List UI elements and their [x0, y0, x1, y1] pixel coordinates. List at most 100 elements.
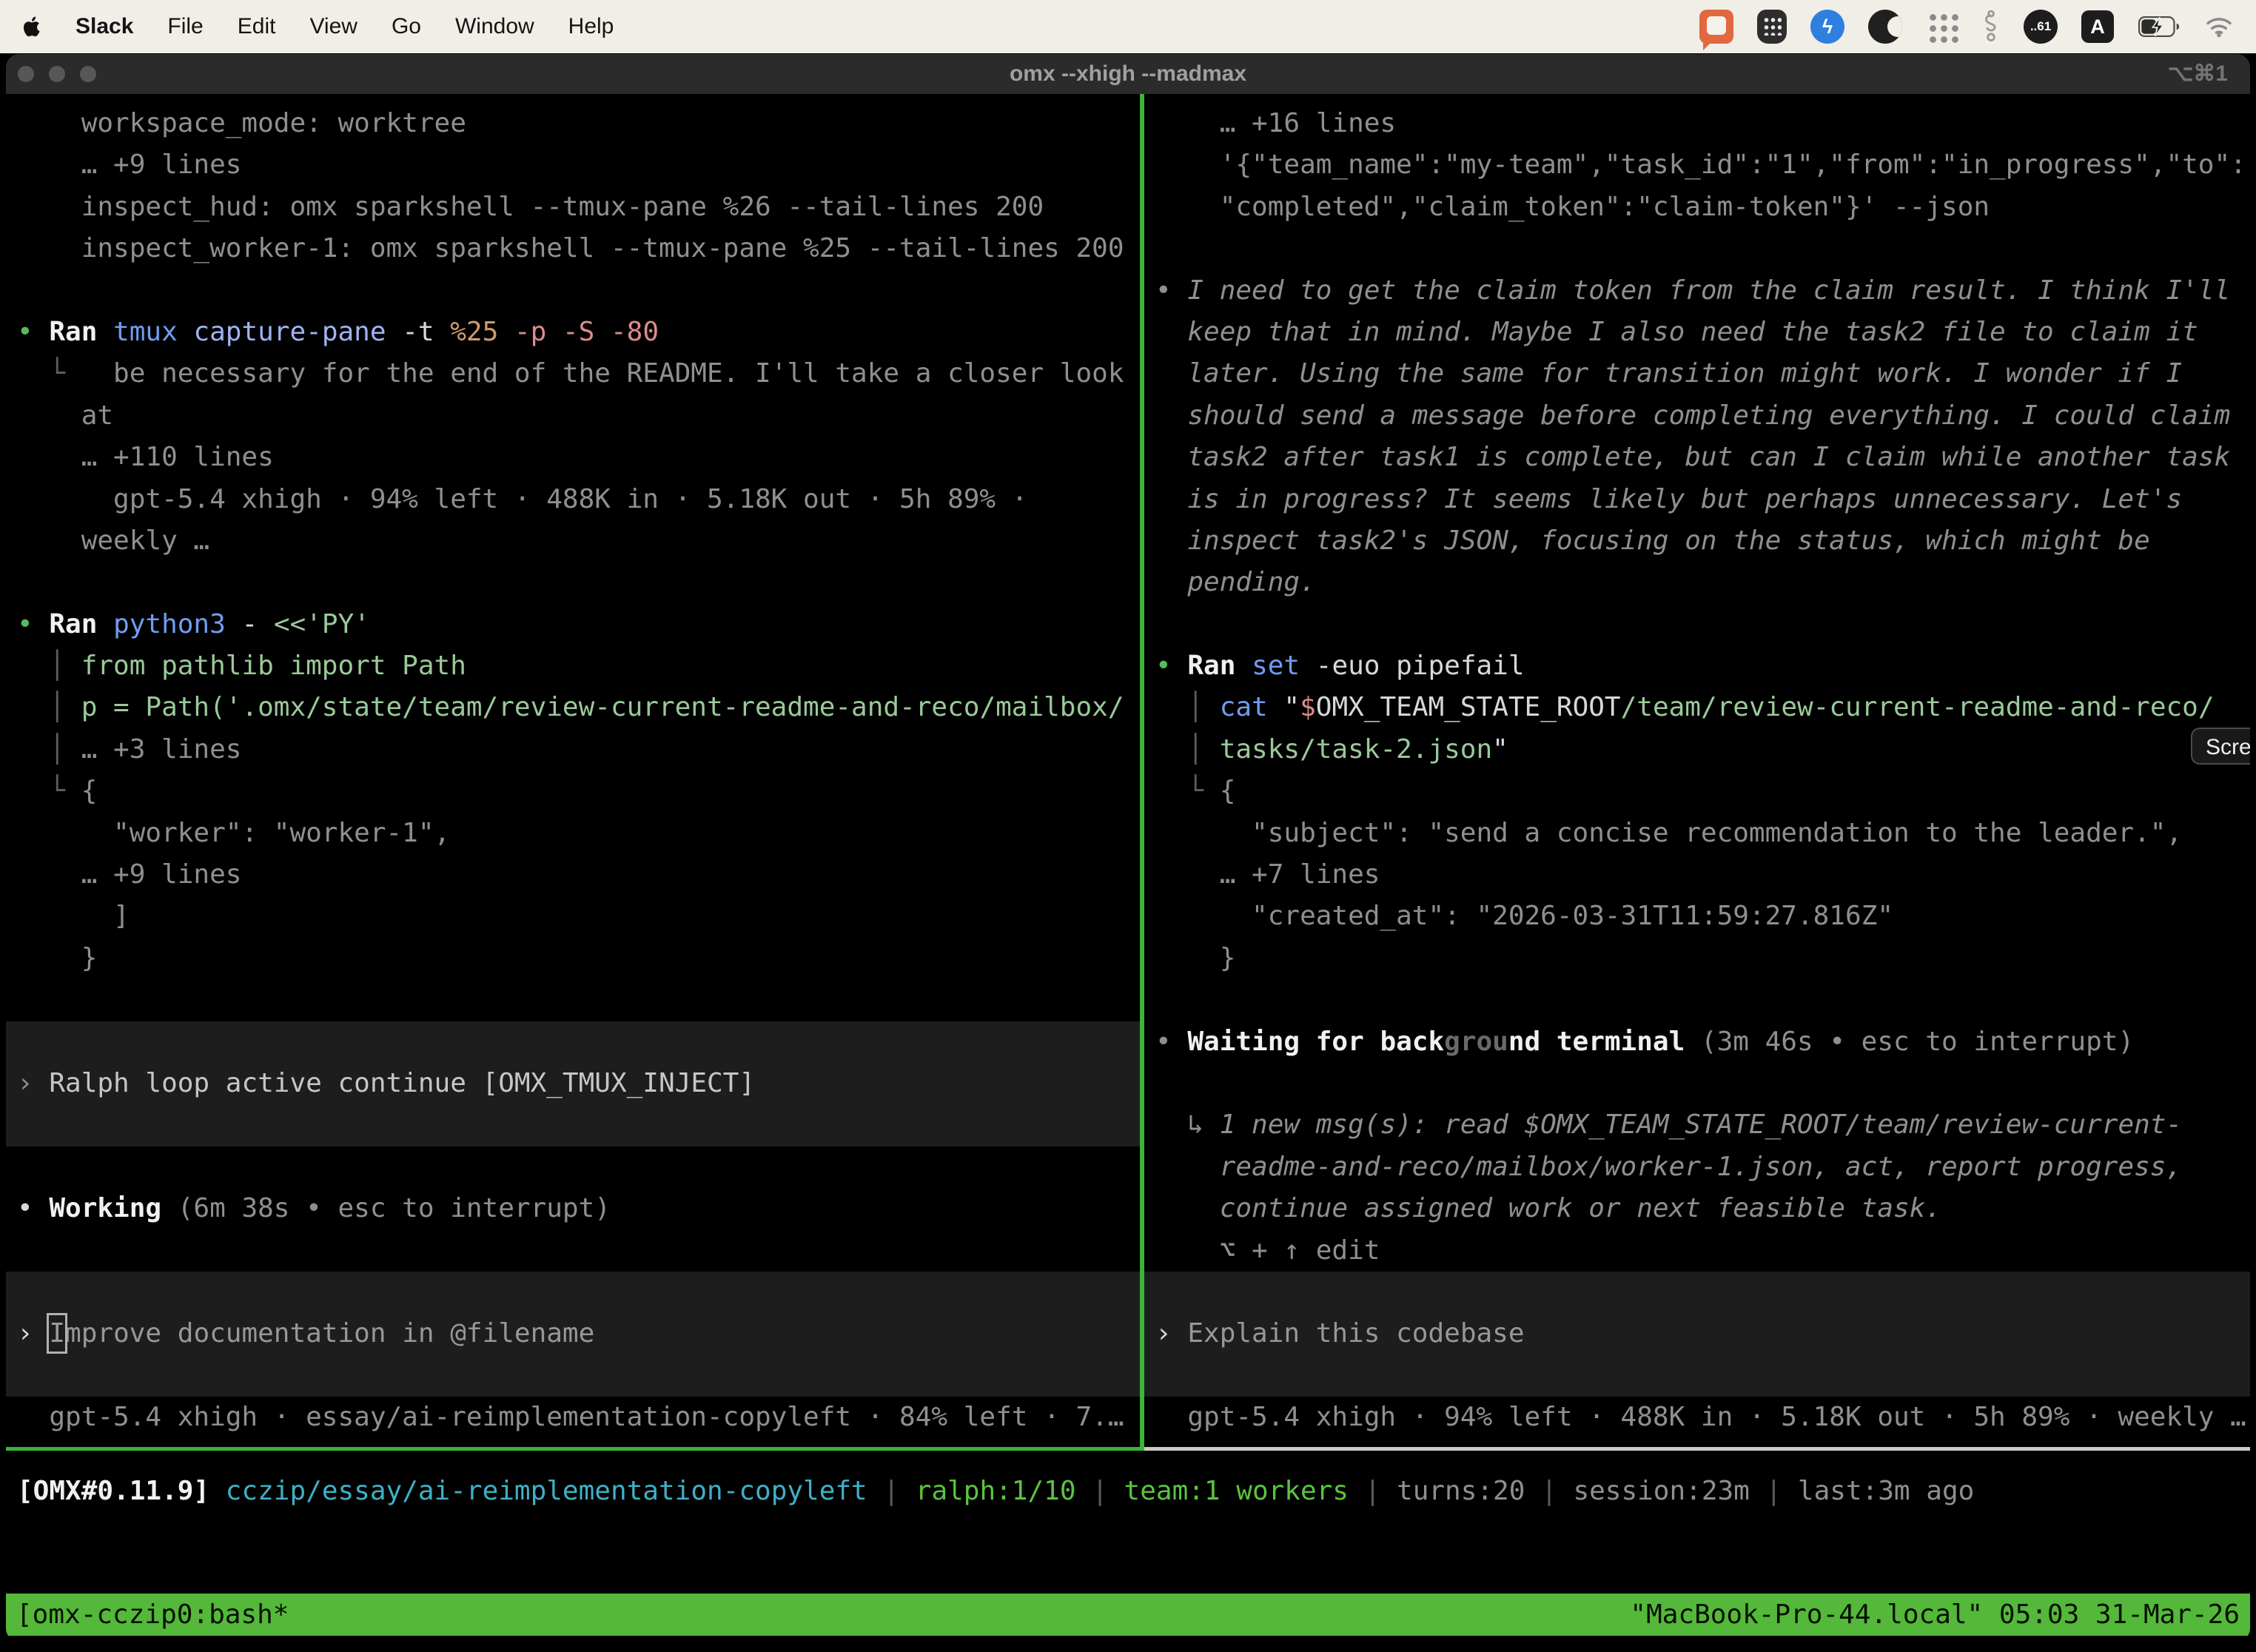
- menu-item-go[interactable]: Go: [392, 14, 421, 39]
- text-segment: tasks/task-2.json: [1220, 734, 1492, 765]
- badge-61-icon[interactable]: ..61: [2024, 10, 2058, 44]
- text-segment: {: [1220, 776, 1236, 806]
- input-source-icon[interactable]: A: [2081, 10, 2114, 43]
- menu-item-app[interactable]: Slack: [75, 14, 133, 39]
- text-segment: │: [1155, 734, 1220, 765]
- text-segment: Ran: [1187, 651, 1252, 681]
- terminal-line: readme-and-reco/mailbox/worker-1.json, a…: [1155, 1146, 2250, 1188]
- battery-icon[interactable]: [2138, 16, 2181, 37]
- screen-overlay-button[interactable]: Scre: [2191, 728, 2250, 765]
- text-segment: [209, 1476, 226, 1506]
- terminal-line: › Improve documentation in @filename: [17, 1313, 1140, 1354]
- text-cursor: I: [49, 1318, 65, 1349]
- window-titlebar[interactable]: omx --xhigh --madmax ⌥⌘1: [6, 54, 2250, 94]
- wifi-icon[interactable]: [2204, 16, 2234, 38]
- text-segment: ": [1492, 734, 1508, 765]
- tmux-panes: workspace_mode: worktree … +9 lines insp…: [6, 94, 2250, 1447]
- dots-grid-app-glyph: [1926, 10, 1958, 43]
- text-segment: gpt-5.4 xhigh · 94% left · 488K in · 5.1…: [17, 484, 1027, 514]
- terminal-line: … +9 lines: [17, 854, 1140, 896]
- text-segment: … +9 lines: [17, 859, 241, 890]
- text-segment: "completed","claim_token":"claim-token"}…: [1155, 192, 1990, 222]
- menu-item-window[interactable]: Window: [455, 14, 534, 39]
- prompt-input[interactable]: › Improve documentation in @filename: [6, 1272, 1140, 1397]
- text-segment: … +16 lines: [1155, 108, 1396, 138]
- prompt-input[interactable]: › Explain this codebase: [1144, 1272, 2250, 1397]
- menu-item-view[interactable]: View: [309, 14, 357, 39]
- text-segment: ›: [17, 1318, 49, 1349]
- text-segment: /team/review-current-readme-and-reco/: [1621, 692, 2215, 722]
- text-segment: |: [1076, 1476, 1124, 1506]
- pane-border-active: [6, 1447, 1144, 1451]
- text-segment: pending.: [1155, 567, 1316, 597]
- terminal-line: [17, 1230, 1140, 1272]
- terminal-line: • Working (6m 38s • esc to interrupt): [17, 1188, 1140, 1229]
- crescent-app-icon[interactable]: [1868, 10, 1902, 44]
- pane-border-inactive: [1144, 1447, 2250, 1451]
- terminal-line: task2 after task1 is complete, but can I…: [1155, 437, 2250, 478]
- terminal-line: "created_at": "2026-03-31T11:59:27.816Z": [1155, 896, 2250, 937]
- text-segment: … +7 lines: [1155, 859, 1380, 890]
- text-segment: }: [1155, 943, 1235, 973]
- menu-item-file[interactable]: File: [167, 14, 203, 39]
- text-segment: keep that in mind. Maybe I also need the…: [1155, 317, 2198, 347]
- menu-item-edit[interactable]: Edit: [238, 14, 276, 39]
- chat-app-icon[interactable]: [1699, 10, 1733, 44]
- menu-item-help[interactable]: Help: [568, 14, 614, 39]
- terminal-line: [1155, 979, 2250, 1021]
- terminal-line: › Ralph loop active continue [OMX_TMUX_I…: [17, 1063, 1140, 1104]
- text-segment: task2 after task1 is complete, but can I…: [1155, 442, 2230, 472]
- terminal-line: continue assigned work or next feasible …: [1155, 1188, 2250, 1229]
- squiggle-app-icon[interactable]: [1982, 10, 2000, 43]
- chat-app-glyph: [1699, 10, 1733, 44]
- text-segment: •: [17, 609, 49, 639]
- text-segment: -: [241, 609, 273, 639]
- menu-bar: Slack File Edit View Go Window Help ..61 A: [0, 0, 2256, 53]
- tmux-host-clock: "MacBook-Pro-44.local" 05:03 31-Mar-26: [1630, 1594, 2240, 1636]
- text-segment: weekly …: [17, 526, 209, 556]
- omx-status-line: [OMX#0.11.9] cczip/essay/ai-reimplementa…: [17, 1471, 1974, 1512]
- text-segment: … +3 lines: [81, 734, 242, 765]
- text-segment: ]: [17, 901, 130, 931]
- text-segment: "subject": "send a concise recommendatio…: [1155, 818, 2182, 848]
- text-segment: {: [81, 776, 98, 806]
- text-segment: nd terminal: [1508, 1027, 1701, 1057]
- dots-grid-app-icon[interactable]: [1926, 10, 1958, 43]
- text-segment: from pathlib import Path: [81, 651, 466, 681]
- terminal-line: keep that in mind. Maybe I also need the…: [1155, 312, 2250, 353]
- text-segment: tmux: [113, 317, 193, 347]
- text-segment: ›: [1155, 1318, 1187, 1349]
- terminal-line: │ tasks/task-2.json": [1155, 729, 2250, 770]
- text-segment: I need to get the claim token from the c…: [1187, 275, 2230, 306]
- terminal-line: gpt-5.4 xhigh · 94% left · 488K in · 5.1…: [17, 479, 1140, 520]
- apple-icon[interactable]: [22, 16, 41, 38]
- text-segment: should send a message before completing …: [1155, 400, 2230, 431]
- terminal-line: … +16 lines: [1155, 103, 2250, 144]
- inject-band[interactable]: › Ralph loop active continue [OMX_TMUX_I…: [6, 1021, 1140, 1146]
- text-segment: "worker": "worker-1",: [17, 818, 450, 848]
- terminal-line: … +7 lines: [1155, 854, 2250, 896]
- text-segment: |: [1525, 1476, 1573, 1506]
- terminal-line: later. Using the same for transition mig…: [1155, 353, 2250, 394]
- right-terminal-pane[interactable]: … +16 lines '{"team_name":"my-team","tas…: [1144, 94, 2250, 1447]
- blue-bolt-app-icon[interactable]: [1810, 10, 1844, 44]
- text-segment: <<'PY': [274, 609, 370, 639]
- text-segment: inspect_hud: omx sparkshell --tmux-pane …: [17, 192, 1044, 222]
- left-terminal-pane[interactable]: workspace_mode: worktree … +9 lines insp…: [6, 94, 1140, 1447]
- terminal-line: │ … +3 lines: [17, 729, 1140, 770]
- terminal-line: [17, 270, 1140, 312]
- shield-app-icon[interactable]: [1757, 10, 1787, 44]
- text-segment: └: [17, 776, 81, 806]
- text-segment: session:23m: [1573, 1476, 1749, 1506]
- text-segment: |: [867, 1476, 916, 1506]
- blue-bolt-app-glyph: [1810, 10, 1844, 44]
- text-segment: [OMX#0.11.9]: [17, 1476, 209, 1506]
- text-segment: Ran: [49, 317, 113, 347]
- terminal-line: └ be necessary for the end of the README…: [17, 353, 1140, 394]
- tmux-session-label: [omx-cczip0:bash*: [16, 1594, 289, 1636]
- text-segment: -euo pipefail: [1316, 651, 1525, 681]
- text-segment: OMX_TEAM_STATE_ROOT: [1316, 692, 1621, 722]
- input-source-glyph: A: [2081, 10, 2114, 43]
- text-segment: gpt-5.4 xhigh · 94% left · 488K in · 5.1…: [1155, 1402, 2246, 1432]
- terminal-line: "completed","claim_token":"claim-token"}…: [1155, 187, 2250, 228]
